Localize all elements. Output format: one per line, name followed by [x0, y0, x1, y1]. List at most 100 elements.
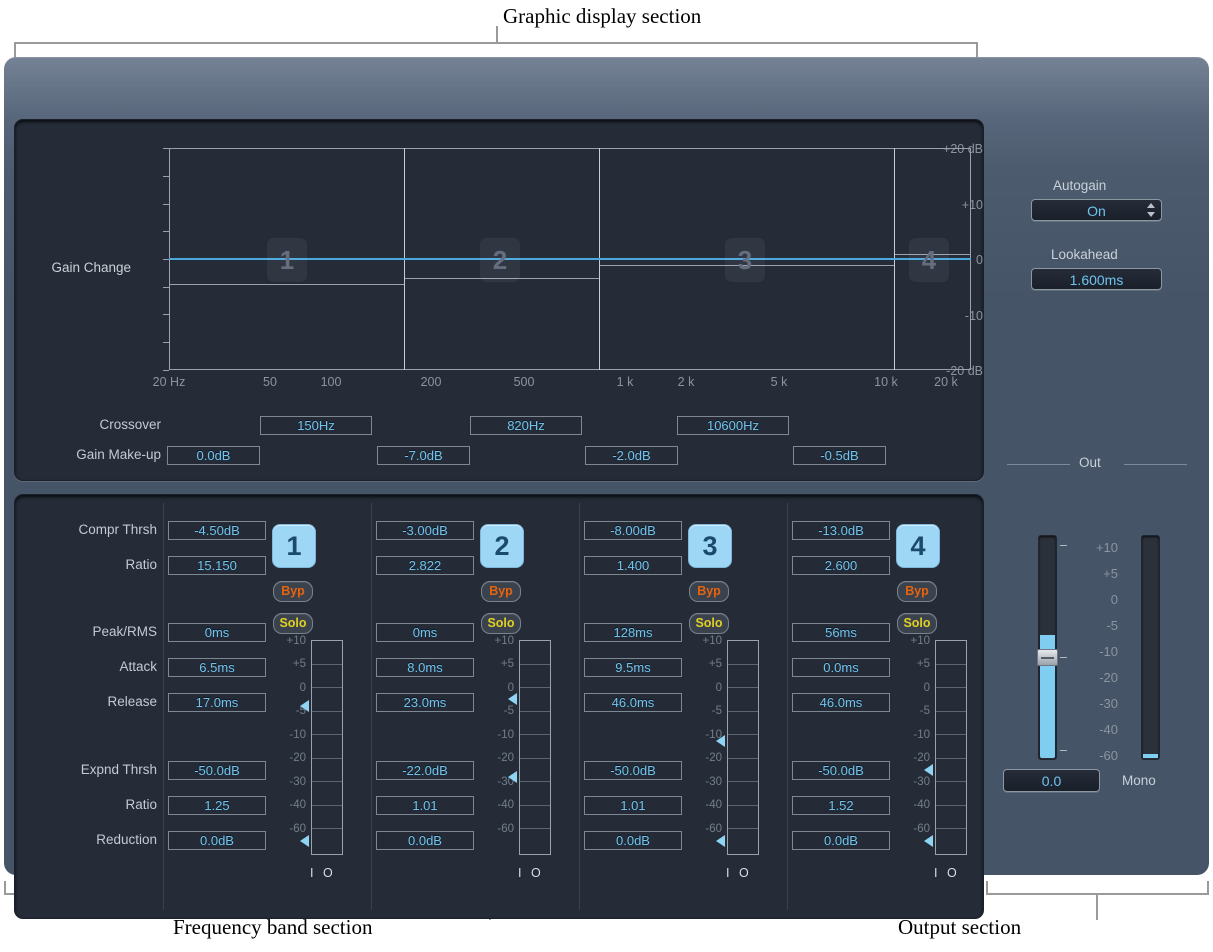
x-tick-label-6: 2 k	[660, 375, 712, 389]
band-3-ratio-field[interactable]: 1.400	[584, 556, 682, 575]
band-4-io-label: I O	[934, 866, 960, 880]
band-3-release-field[interactable]: 46.0ms	[584, 693, 682, 712]
band-1-reduction-field[interactable]: 0.0dB	[168, 831, 266, 850]
output-fader-knob[interactable]	[1037, 649, 1058, 666]
chevron-updown-icon[interactable]	[1147, 203, 1156, 217]
band-2-expnd-thrsh-field[interactable]: -22.0dB	[376, 761, 474, 780]
out-rule-right	[1124, 464, 1187, 465]
band-4-expnd-threshold-handle[interactable]	[924, 835, 933, 847]
band-1-meter-scale-1: +5	[261, 658, 306, 670]
fader-tick-mid	[1060, 657, 1067, 658]
gain-makeup-field-3[interactable]: -2.0dB	[585, 446, 678, 465]
x-tick-label-0: 20 Hz	[143, 375, 195, 389]
band-1-ratio-field[interactable]: 15.150	[168, 556, 266, 575]
frequency-band-panel[interactable]: Compr Thrsh Ratio Peak/RMS Attack Releas…	[14, 494, 984, 919]
band-4-release-field[interactable]: 46.0ms	[792, 693, 890, 712]
lookahead-label: Lookahead	[1051, 247, 1118, 262]
band-2-compr-thrsh-field[interactable]: -3.00dB	[376, 521, 474, 540]
lookahead-field[interactable]: 1.600ms	[1031, 268, 1162, 290]
band-4-attack-field[interactable]: 0.0ms	[792, 658, 890, 677]
band-3-meter-scale-1: +5	[677, 658, 722, 670]
band-1-select-button[interactable]: 1	[272, 524, 316, 568]
row-label-release: Release	[23, 694, 157, 709]
band-1-expnd-threshold-handle[interactable]	[300, 835, 309, 847]
graphic-display-panel[interactable]: Gain Change +20 dB +10 0 -10 -20 dB	[14, 119, 984, 481]
band-3-bypass-button[interactable]: Byp	[689, 581, 729, 602]
band-2-release-field[interactable]: 23.0ms	[376, 693, 474, 712]
band-1-threshold-line[interactable]	[170, 284, 404, 285]
band-2-meter-scale-8: -60	[469, 823, 514, 835]
crossover-field-1[interactable]: 150Hz	[260, 416, 372, 435]
band-4-expnd-thrsh-field[interactable]: -50.0dB	[792, 761, 890, 780]
x-tick-label-4: 500	[498, 375, 550, 389]
band-1-meter-scale-7: -40	[261, 799, 306, 811]
band-3-compr-thrsh-field[interactable]: -8.00dB	[584, 521, 682, 540]
output-fader-slot[interactable]	[1038, 535, 1057, 760]
row-label-compr-thrsh: Compr Thrsh	[23, 522, 157, 537]
plot-band-marker-1[interactable]: 1	[267, 238, 307, 282]
row-label-peak-rms: Peak/RMS	[23, 624, 157, 639]
row-label-attack: Attack	[23, 659, 157, 674]
crossover-field-2[interactable]: 820Hz	[470, 416, 582, 435]
band-2-ratio-field[interactable]: 2.822	[376, 556, 474, 575]
band-2-reduction-field[interactable]: 0.0dB	[376, 831, 474, 850]
band-1-attack-field[interactable]: 6.5ms	[168, 658, 266, 677]
band-4-compr-threshold-handle[interactable]	[924, 764, 933, 776]
band-2-meter-scale-4: -10	[469, 729, 514, 741]
band-4-solo-button[interactable]: Solo	[897, 613, 937, 634]
band-2-expnd-ratio-field[interactable]: 1.01	[376, 796, 474, 815]
band-1-compr-threshold-handle[interactable]	[300, 700, 309, 712]
band-3-attack-field[interactable]: 9.5ms	[584, 658, 682, 677]
band-4-reduction-field[interactable]: 0.0dB	[792, 831, 890, 850]
band-3-meter	[727, 640, 759, 855]
band-1-peak-rms-field[interactable]: 0ms	[168, 623, 266, 642]
band-4-ratio-field[interactable]: 2.600	[792, 556, 890, 575]
band-1-expnd-ratio-field[interactable]: 1.25	[168, 796, 266, 815]
band-4-expnd-ratio-field[interactable]: 1.52	[792, 796, 890, 815]
band-3-expnd-ratio-field[interactable]: 1.01	[584, 796, 682, 815]
plot-band-marker-3[interactable]: 3	[725, 238, 765, 282]
band-4-select-button[interactable]: 4	[896, 524, 940, 568]
band-1-expnd-thrsh-field[interactable]: -50.0dB	[168, 761, 266, 780]
band-3-meter-scale-2: 0	[677, 682, 722, 694]
output-gain-field[interactable]: 0.0	[1003, 769, 1100, 792]
band-2-compr-threshold-handle[interactable]	[508, 693, 517, 705]
band-2-select-button[interactable]: 2	[480, 524, 524, 568]
band-3-expnd-thrsh-field[interactable]: -50.0dB	[584, 761, 682, 780]
plugin-window: Gain Change +20 dB +10 0 -10 -20 dB	[4, 57, 1209, 875]
band-3-meter-scale-8: -60	[677, 823, 722, 835]
band-1-release-field[interactable]: 17.0ms	[168, 693, 266, 712]
gain-makeup-field-1[interactable]: 0.0dB	[167, 446, 260, 465]
band-2-bypass-button[interactable]: Byp	[481, 581, 521, 602]
band-4-bypass-button[interactable]: Byp	[897, 581, 937, 602]
band-4-peak-rms-field[interactable]: 56ms	[792, 623, 890, 642]
x-tick-label-9: 20 k	[920, 375, 972, 389]
crossover-field-3[interactable]: 10600Hz	[677, 416, 789, 435]
band-3-solo-button[interactable]: Solo	[689, 613, 729, 634]
band-divider	[579, 503, 580, 910]
fader-tick-bottom	[1060, 750, 1067, 751]
band-1-compr-thrsh-field[interactable]: -4.50dB	[168, 521, 266, 540]
band-2-attack-field[interactable]: 8.0ms	[376, 658, 474, 677]
plot-band-marker-2[interactable]: 2	[480, 238, 520, 282]
band-3-peak-rms-field[interactable]: 128ms	[584, 623, 682, 642]
gain-makeup-label: Gain Make-up	[19, 447, 161, 462]
gain-makeup-field-2[interactable]: -7.0dB	[377, 446, 470, 465]
band-4-meter-scale-3: -5	[885, 705, 930, 717]
band-2-peak-rms-field[interactable]: 0ms	[376, 623, 474, 642]
band-2-solo-button[interactable]: Solo	[481, 613, 521, 634]
band-3-reduction-field[interactable]: 0.0dB	[584, 831, 682, 850]
band-1-solo-button[interactable]: Solo	[273, 613, 313, 634]
band-1-bypass-button[interactable]: Byp	[273, 581, 313, 602]
band-3-compr-threshold-handle[interactable]	[716, 735, 725, 747]
autogain-select[interactable]: On	[1031, 199, 1162, 221]
band-2-expnd-threshold-handle[interactable]	[508, 771, 517, 783]
gain-makeup-field-4[interactable]: -0.5dB	[793, 446, 886, 465]
band-3-select-button[interactable]: 3	[688, 524, 732, 568]
band-3-expnd-threshold-handle[interactable]	[716, 835, 725, 847]
gain-change-plot[interactable]: 1 2 3 4	[169, 148, 971, 370]
band-4-compr-thrsh-field[interactable]: -13.0dB	[792, 521, 890, 540]
output-scale-0: +10	[1076, 540, 1118, 555]
band-1-meter-scale-5: -20	[261, 752, 306, 764]
plot-band-marker-4[interactable]: 4	[909, 238, 949, 282]
